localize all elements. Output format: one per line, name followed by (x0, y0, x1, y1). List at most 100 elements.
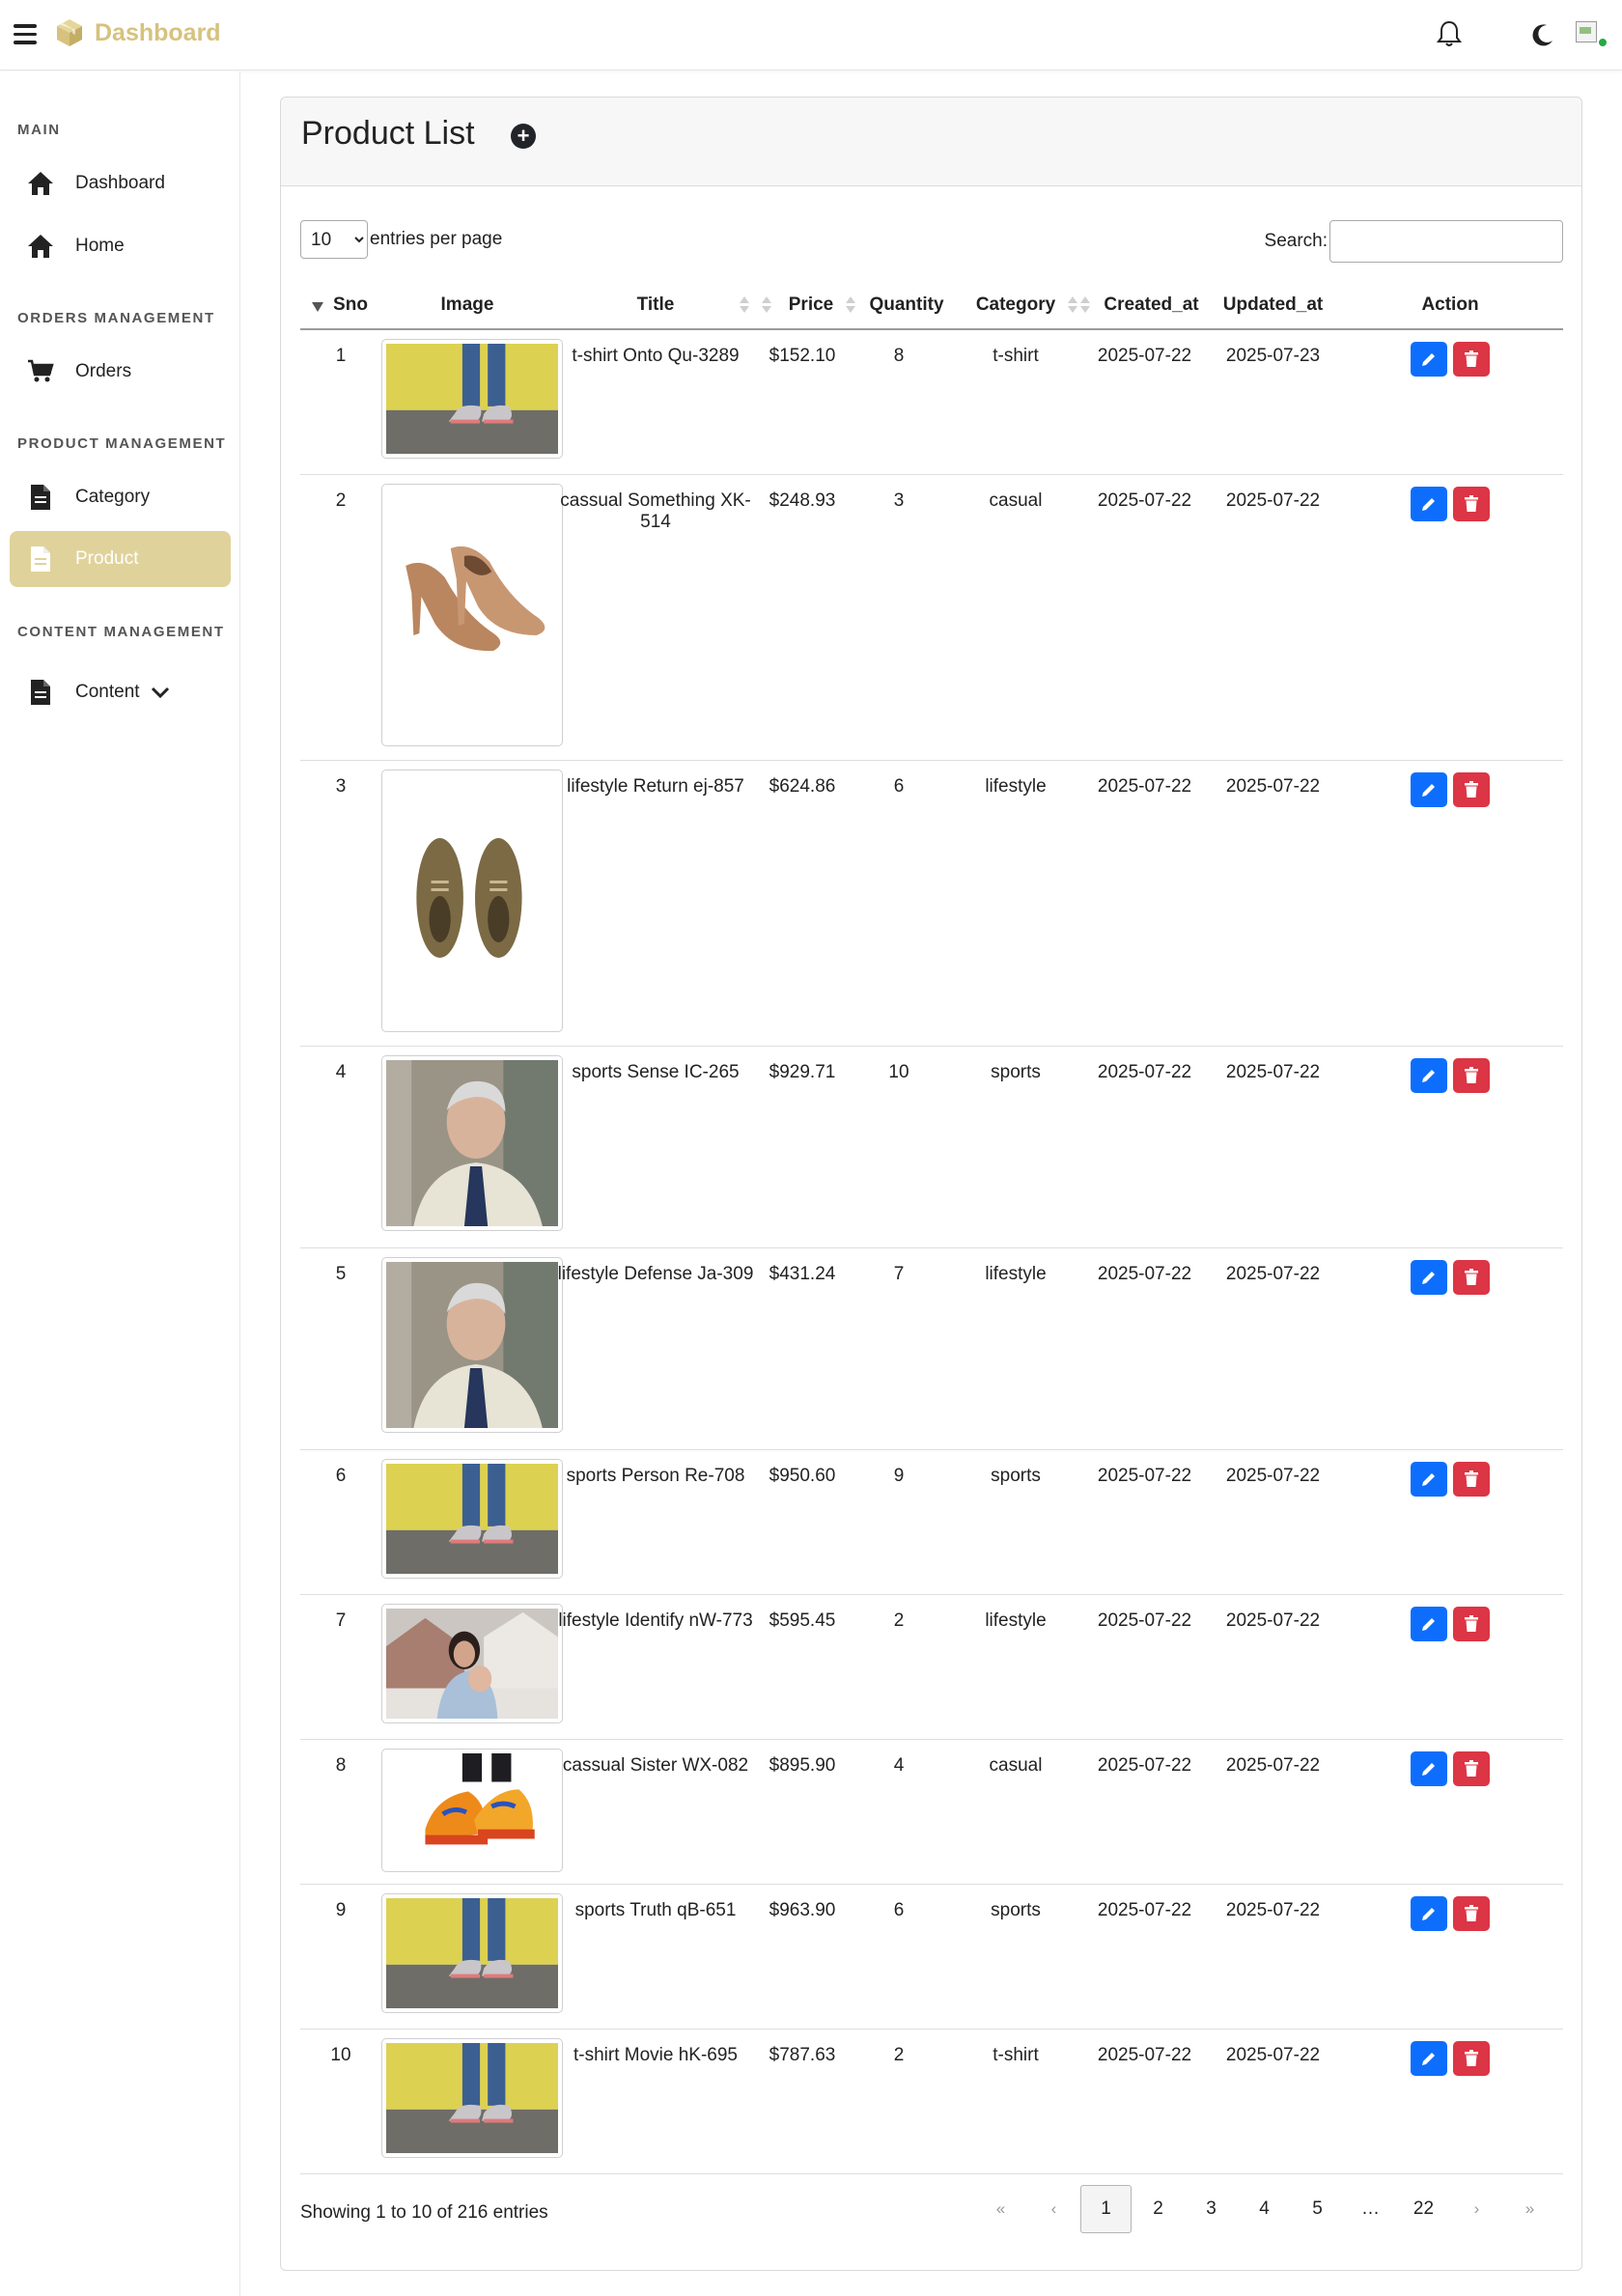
table-row: 7 lifestyle Identify nW-773 $595.45 2 lifest… (300, 1594, 1563, 1740)
product-image (381, 1458, 563, 1579)
cell-quantity: 6 (847, 1884, 951, 2030)
delete-button[interactable] (1453, 1750, 1490, 1786)
entries-per-page-select[interactable]: 10 (300, 220, 368, 259)
search-input[interactable] (1329, 220, 1563, 263)
pagination-button[interactable]: « (974, 2185, 1027, 2233)
edit-button[interactable] (1411, 1606, 1447, 1641)
bell-icon[interactable] (1436, 19, 1463, 48)
delete-button[interactable] (1453, 486, 1490, 521)
edit-button[interactable] (1411, 2040, 1447, 2076)
edit-button[interactable] (1411, 1750, 1447, 1786)
delete-button[interactable] (1453, 342, 1490, 377)
cell-created-at: 2025-07-22 (1080, 1739, 1209, 1885)
sidebar-item-category[interactable]: Category (10, 469, 231, 525)
column-header-created[interactable]: Created_at (1080, 281, 1209, 330)
sort-icon (740, 296, 749, 314)
online-status-dot (1597, 37, 1608, 48)
top-navbar: Dashboard (0, 0, 1622, 70)
trash-icon (1465, 780, 1478, 798)
add-product-button[interactable]: + (511, 124, 536, 149)
trash-icon (1465, 1268, 1478, 1285)
moon-icon[interactable] (1529, 21, 1556, 48)
edit-button[interactable] (1411, 1057, 1447, 1093)
trash-icon (1465, 1904, 1478, 1921)
edit-button[interactable] (1411, 1461, 1447, 1497)
pagination-button[interactable]: 1 (1080, 2185, 1132, 2233)
sort-icon (846, 296, 855, 314)
column-header-sno[interactable]: Sno (300, 281, 381, 330)
edit-button[interactable] (1411, 486, 1447, 521)
product-image (381, 339, 563, 459)
sidebar: MAIN Dashboard Home ORDERS MANAGEMENT Or… (0, 71, 240, 2296)
edit-button[interactable] (1411, 771, 1447, 807)
sidebar-item-orders[interactable]: Orders (10, 344, 231, 400)
cell-image (381, 2029, 563, 2174)
search: Search: (1265, 220, 1563, 263)
column-header-price[interactable]: Price (758, 281, 847, 330)
edit-button[interactable] (1411, 1895, 1447, 1931)
pencil-icon (1422, 353, 1435, 366)
cell-quantity: 2 (847, 1594, 951, 1740)
hamburger-menu-icon[interactable] (14, 24, 37, 45)
cell-price: $787.63 (758, 2029, 847, 2174)
pagination-button[interactable]: 3 (1185, 2185, 1238, 2233)
column-header-action: Action (1337, 281, 1563, 330)
section-title-product: PRODUCT MANAGEMENT (17, 435, 227, 452)
trash-icon (1465, 350, 1478, 367)
product-image (381, 1748, 563, 1872)
chevron-down-icon (151, 686, 169, 699)
pagination-button[interactable]: › (1450, 2185, 1503, 2233)
product-image (381, 2037, 563, 2158)
cell-category: lifestyle (951, 1594, 1080, 1740)
cell-quantity: 10 (847, 1046, 951, 1248)
table-row: 3 lifestyle Return ej-857 $624.86 6 lifestyl… (300, 760, 1563, 1047)
sidebar-item-product[interactable]: Product (10, 531, 231, 587)
edit-button[interactable] (1411, 1259, 1447, 1295)
pagination-button[interactable]: 22 (1397, 2185, 1450, 2233)
cell-action (1337, 1449, 1563, 1595)
pagination-button[interactable]: » (1503, 2185, 1556, 2233)
cell-updated-at: 2025-07-22 (1209, 760, 1337, 1047)
table-row: 6 sports Person Re-708 $950.60 9 sports 2025-… (300, 1449, 1563, 1595)
delete-button[interactable] (1453, 2040, 1490, 2076)
cell-created-at: 2025-07-22 (1080, 760, 1209, 1047)
delete-button[interactable] (1453, 1057, 1490, 1093)
cell-quantity: 8 (847, 329, 951, 475)
pencil-icon (1422, 1069, 1435, 1082)
brand[interactable]: Dashboard (54, 17, 221, 48)
sidebar-item-content[interactable]: Content (10, 664, 231, 720)
column-header-quantity[interactable]: Quantity (846, 281, 951, 330)
column-header-category[interactable]: Category (951, 281, 1080, 330)
delete-button[interactable] (1453, 1461, 1490, 1497)
trash-icon (1465, 1759, 1478, 1777)
cell-category: lifestyle (951, 760, 1080, 1047)
cell-updated-at: 2025-07-22 (1209, 2029, 1337, 2174)
delete-button[interactable] (1453, 771, 1490, 807)
cube-logo-icon (57, 19, 82, 46)
column-header-updated[interactable]: Updated_at (1209, 281, 1337, 330)
table-row: 10 t-shirt Movie hK-695 $787.63 2 t-shirt 202… (300, 2029, 1563, 2174)
pagination-button[interactable]: 2 (1132, 2185, 1185, 2233)
table-row: 1 t-shirt Onto Qu-3289 $152.10 8 t-shirt 2025… (300, 329, 1563, 475)
pencil-icon (1422, 1271, 1435, 1284)
cell-title: sports Truth qB-651 (553, 1884, 758, 2030)
delete-button[interactable] (1453, 1259, 1490, 1295)
avatar[interactable] (1576, 19, 1608, 52)
cell-action (1337, 329, 1563, 475)
sidebar-item-home[interactable]: Home (10, 218, 231, 274)
edit-button[interactable] (1411, 342, 1447, 377)
pagination-button[interactable]: 4 (1238, 2185, 1291, 2233)
delete-button[interactable] (1453, 1895, 1490, 1931)
sidebar-item-dashboard[interactable]: Dashboard (10, 155, 231, 211)
pagination-button[interactable]: 5 (1291, 2185, 1344, 2233)
home-icon (25, 231, 56, 262)
sort-icon (1068, 296, 1077, 314)
delete-button[interactable] (1453, 1606, 1490, 1641)
column-header-title[interactable]: Title (553, 281, 758, 330)
cell-sno: 6 (300, 1449, 381, 1595)
cell-price: $895.90 (758, 1739, 847, 1885)
sort-icon (1080, 296, 1090, 314)
product-image (381, 1892, 563, 2013)
pagination-button[interactable]: ‹ (1027, 2185, 1080, 2233)
file-icon (25, 677, 56, 708)
